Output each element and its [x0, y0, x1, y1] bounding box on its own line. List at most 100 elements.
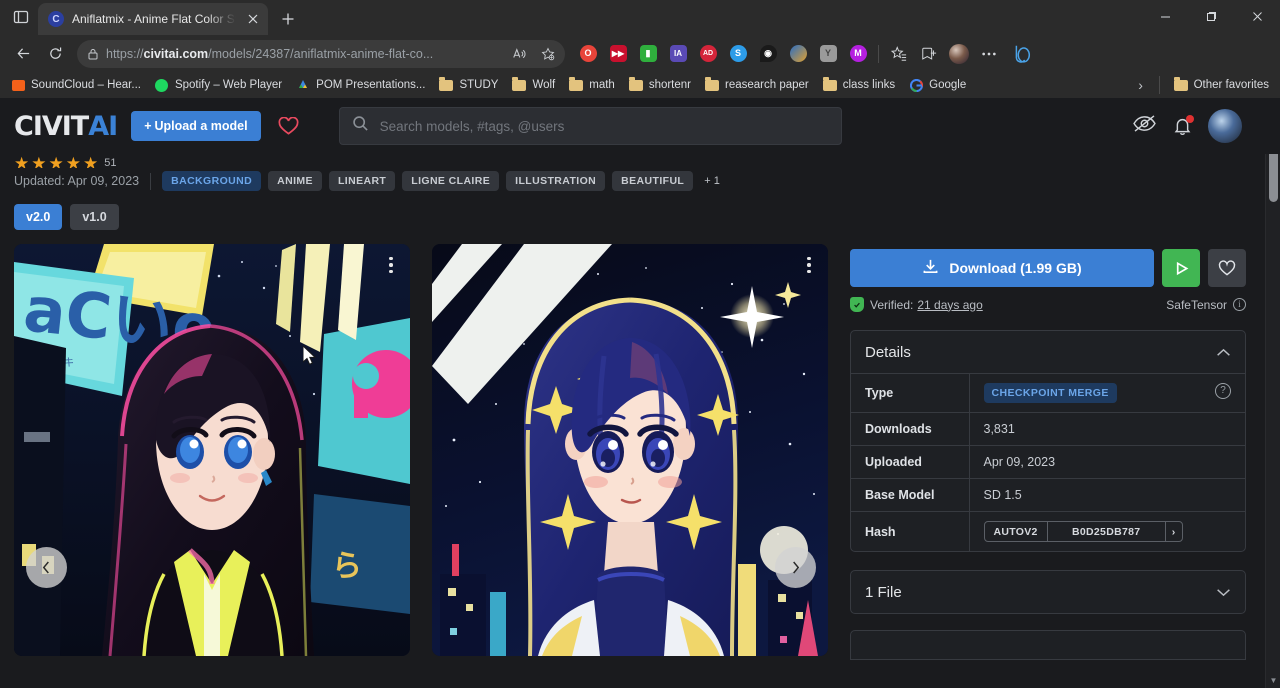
bookmark-other-favorites[interactable]: Other favorites: [1167, 74, 1276, 96]
image-options-icon[interactable]: [798, 252, 820, 278]
magnet-extension-icon[interactable]: M: [843, 39, 873, 69]
files-panel: 1 File: [850, 570, 1246, 614]
tag-beautiful[interactable]: BEAUTIFUL: [612, 171, 693, 191]
tab-search-icon[interactable]: [4, 0, 38, 34]
type-chip[interactable]: CHECKPOINT MERGE: [984, 383, 1117, 403]
reviews-panel-partial[interactable]: [850, 630, 1246, 660]
gallery-next-button[interactable]: [775, 547, 816, 588]
bookmark-label: reasearch paper: [725, 79, 809, 91]
browser-window: C Aniflatmix - Anime Flat Color Sty: [0, 0, 1280, 688]
gallery-image-2[interactable]: [432, 244, 828, 656]
bookmarks-overflow-chevron-icon[interactable]: ›: [1130, 74, 1152, 96]
shazam-extension-icon[interactable]: S: [723, 39, 753, 69]
meta-divider: [150, 173, 151, 190]
back-icon[interactable]: [8, 39, 38, 69]
verified-time-link[interactable]: 21 days ago: [917, 298, 982, 312]
chevron-up-icon[interactable]: [1216, 345, 1231, 360]
image-options-icon[interactable]: [380, 252, 402, 278]
gallery-prev-button[interactable]: [26, 547, 67, 588]
bookmark-google[interactable]: Google: [902, 74, 973, 96]
bookmark-label: class links: [843, 79, 895, 91]
chevron-down-icon[interactable]: [1216, 585, 1231, 600]
bookmark-reasearch-paper[interactable]: reasearch paper: [698, 74, 816, 96]
bookmark-class-links[interactable]: class links: [816, 74, 902, 96]
maximize-icon[interactable]: [1188, 0, 1234, 32]
address-bar[interactable]: https://civitai.com/models/24387/aniflat…: [77, 40, 565, 68]
hash-expand-chevron-icon[interactable]: ›: [1165, 522, 1182, 541]
bookmark-shortenr[interactable]: shortenr: [622, 74, 698, 96]
bookmark-wolf[interactable]: Wolf: [505, 74, 562, 96]
details-panel-header[interactable]: Details: [851, 331, 1245, 373]
model-content: aCいo ヤマザキ: [0, 230, 1280, 660]
tag-lineart[interactable]: LINEART: [329, 171, 395, 191]
minimize-icon[interactable]: [1142, 0, 1188, 32]
folder-icon: [823, 78, 837, 92]
table-row-downloads: Downloads 3,831: [851, 413, 1245, 446]
row-key: Hash: [851, 512, 969, 552]
hash-group[interactable]: AUTOV2 B0D25DB787 ›: [984, 521, 1183, 542]
upload-a-model-button[interactable]: + Upload a model: [131, 111, 260, 141]
profile-avatar[interactable]: [944, 39, 974, 69]
civitai-logo[interactable]: CIVITAI: [14, 111, 117, 142]
safetensor-info-icon[interactable]: i: [1233, 298, 1246, 311]
favorite-model-button[interactable]: [1208, 249, 1246, 287]
star-icon: ★: [66, 160, 81, 168]
download-row: Download (1.99 GB): [850, 249, 1246, 287]
liked-models-heart-icon[interactable]: [275, 112, 303, 140]
folder-icon: [629, 78, 643, 92]
bookmark-spotify[interactable]: Spotify – Web Player: [148, 74, 289, 96]
tag-ligne-claire[interactable]: LIGNE CLAIRE: [402, 171, 499, 191]
files-panel-header[interactable]: 1 File: [851, 571, 1245, 613]
favorites-icon[interactable]: [884, 39, 914, 69]
copilot-icon[interactable]: [1006, 39, 1036, 69]
settings-and-more-icon[interactable]: [974, 39, 1004, 69]
browser-tab[interactable]: C Aniflatmix - Anime Flat Color Sty: [38, 3, 268, 35]
close-tab-icon[interactable]: [244, 10, 262, 28]
run-model-button[interactable]: [1162, 249, 1200, 287]
globe-extension-icon[interactable]: [783, 39, 813, 69]
site-search-input[interactable]: Search models, #tags, @users: [339, 107, 842, 145]
bookmark-label: Google: [929, 79, 966, 91]
type-help-icon[interactable]: ?: [1215, 383, 1231, 399]
folder-icon: [439, 78, 453, 92]
yahoo-extension-icon[interactable]: Y: [813, 39, 843, 69]
bookmark-soundcloud[interactable]: SoundCloud – Hear...: [4, 74, 148, 96]
tag-background[interactable]: BACKGROUND: [162, 171, 261, 191]
opera-extension-icon[interactable]: O: [573, 39, 603, 69]
internet-archive-extension-icon[interactable]: IA: [663, 39, 693, 69]
user-avatar[interactable]: [1208, 109, 1242, 143]
folder-icon: [705, 78, 719, 92]
adblock-extension-icon[interactable]: AD: [693, 39, 723, 69]
add-favorite-icon[interactable]: [537, 43, 559, 65]
version-tab-v1[interactable]: v1.0: [70, 204, 118, 230]
trash-extension-icon[interactable]: ▮: [633, 39, 663, 69]
new-tab-icon[interactable]: [274, 5, 302, 33]
hide-nsfw-eye-off-icon[interactable]: [1132, 114, 1157, 138]
fastforward-extension-icon[interactable]: ▶▶: [603, 39, 633, 69]
bookmark-study[interactable]: STUDY: [432, 74, 505, 96]
download-button[interactable]: Download (1.99 GB): [850, 249, 1154, 287]
tag-illustration[interactable]: ILLUSTRATION: [506, 171, 605, 191]
reload-icon[interactable]: [40, 39, 70, 69]
notifications-bell[interactable]: [1173, 116, 1192, 136]
gallery-image-1[interactable]: aCいo ヤマザキ: [14, 244, 410, 656]
site-permissions-icon[interactable]: [87, 48, 99, 60]
bookmark-pom-presentations[interactable]: POM Presentations...: [289, 74, 432, 96]
scroll-down-arrow-icon[interactable]: ▼: [1266, 672, 1280, 688]
logo-text-light: CIVIT: [14, 111, 88, 142]
table-row-uploaded: Uploaded Apr 09, 2023: [851, 446, 1245, 479]
location-extension-icon[interactable]: ◉: [753, 39, 783, 69]
version-tab-v2[interactable]: v2.0: [14, 204, 62, 230]
tab-title: Aniflatmix - Anime Flat Color Sty: [72, 12, 236, 26]
verified-label: Verified:: [870, 298, 913, 312]
header-actions: [1132, 109, 1266, 143]
page-scrollbar[interactable]: ▲ ▼: [1265, 98, 1280, 688]
tag-anime[interactable]: ANIME: [268, 171, 322, 191]
read-aloud-icon[interactable]: [508, 43, 530, 65]
soundcloud-icon: [11, 78, 25, 92]
artwork-starry-night-girl: [432, 244, 828, 656]
close-window-icon[interactable]: [1234, 0, 1280, 32]
tags-more-count[interactable]: + 1: [700, 171, 724, 191]
bookmark-math[interactable]: math: [562, 74, 622, 96]
collections-icon[interactable]: [914, 39, 944, 69]
